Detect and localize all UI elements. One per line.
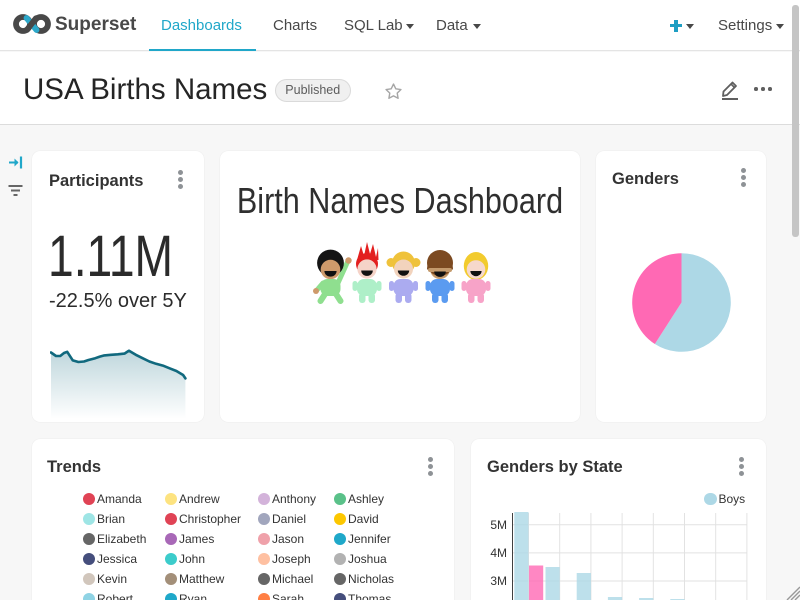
svg-text:4M: 4M (490, 546, 507, 560)
svg-text:3M: 3M (490, 574, 507, 588)
svg-text:5M: 5M (490, 518, 507, 532)
